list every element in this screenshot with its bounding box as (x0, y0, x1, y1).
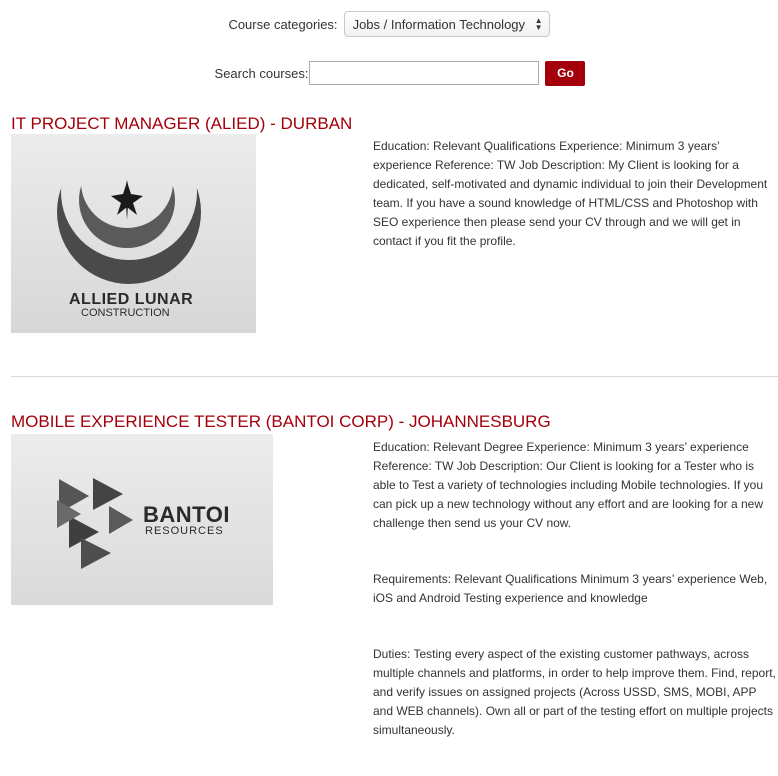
divider (11, 376, 778, 377)
logo-sub: CONSTRUCTION (81, 307, 170, 319)
logo-sub: RESOURCES (145, 525, 224, 537)
category-select[interactable]: Jobs / Information Technology ▲ ▼ (343, 11, 550, 37)
bantoi-logo-icon (57, 478, 133, 569)
search-input[interactable] (309, 61, 540, 85)
course-title[interactable]: MOBILE EXPERIENCE TESTER (BANTOI CORP) -… (11, 412, 551, 432)
course-image-bantoi[interactable]: BANTOI RESOURCES (11, 434, 273, 605)
course-duties: Duties: Testing every aspect of the exis… (373, 647, 776, 737)
category-selected-value: Jobs / Information Technology (352, 16, 526, 32)
course-requirements: Requirements: Relevant Qualifications Mi… (373, 572, 768, 605)
category-filter-row: Course categories: Jobs / Information Te… (0, 9, 778, 39)
go-button[interactable]: Go (545, 60, 586, 86)
search-label: Search courses: (214, 65, 309, 81)
course-description: Education: Relevant Qualifications Exper… (373, 139, 768, 248)
category-label: Course categories: (228, 16, 338, 32)
course-description: Education: Relevant Degree Experience: M… (373, 440, 764, 530)
select-updown-icon: ▲ ▼ (534, 16, 543, 32)
course-title[interactable]: IT PROJECT MANAGER (ALIED) - DURBAN (11, 114, 352, 134)
search-row: Search courses: Go (0, 58, 778, 88)
course-image-allied-lunar[interactable]: ALLIED LUNAR CONSTRUCTION (11, 134, 256, 333)
